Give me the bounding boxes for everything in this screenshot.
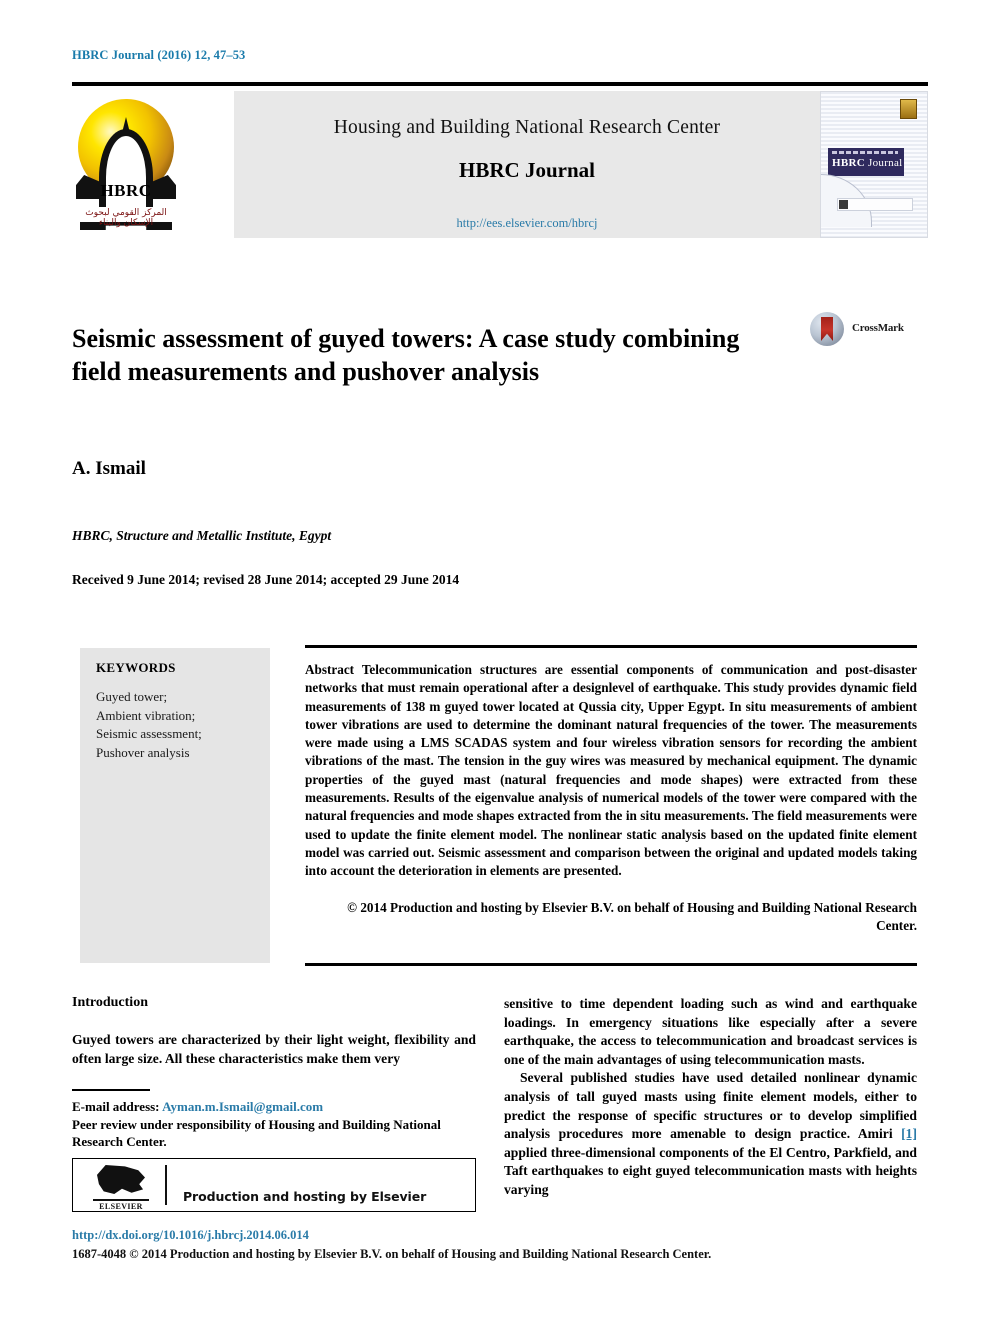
footnote-block: E-mail address: Ayman.m.Ismail@gmail.com…	[72, 1098, 476, 1151]
crossmark-circle-icon	[810, 312, 844, 346]
article-history: Received 9 June 2014; revised 28 June 20…	[72, 572, 460, 587]
abstract-bottom-rule	[305, 963, 917, 966]
hbrc-logo-art: HBRC المركز القومي لبحوث الإسكان والبناء	[72, 91, 180, 238]
author-affiliation: HBRC, Structure and Metallic Institute, …	[72, 528, 332, 543]
body-paragraph-1: sensitive to time dependent loading such…	[504, 996, 917, 1067]
crossmark-badge[interactable]: CrossMark	[810, 312, 918, 346]
keywords-list: Guyed tower; Ambient vibration; Seismic …	[96, 688, 202, 762]
elsevier-tree-icon	[97, 1165, 145, 1195]
banner-center-panel: Housing and Building National Research C…	[234, 91, 820, 238]
cover-emblem-icon	[900, 99, 917, 119]
left-column: Introduction Guyed towers are characteri…	[72, 995, 476, 1068]
keyword-item: Pushover analysis	[96, 744, 190, 760]
abstract-copyright: © 2014 Production and hosting by Elsevie…	[347, 900, 917, 934]
elsevier-logo: ELSEVIER	[93, 1165, 149, 1211]
citation-link-1[interactable]: [1]	[901, 1126, 917, 1141]
banner-top-rule	[72, 82, 928, 86]
doi-link[interactable]: http://dx.doi.org/10.1016/j.hbrcj.2014.0…	[72, 1228, 309, 1243]
intro-paragraph: Guyed towers are characterized by their …	[72, 1032, 476, 1066]
abstract-top-rule	[305, 645, 917, 648]
elsevier-hosting-box: ELSEVIER Production and hosting by Elsev…	[72, 1158, 476, 1212]
abstract-text: Telecommunication structures are essenti…	[305, 662, 917, 879]
crossmark-label: CrossMark	[852, 322, 904, 334]
keyword-item: Guyed tower;	[96, 689, 168, 704]
cover-footer-strip	[837, 198, 913, 211]
journal-submission-link[interactable]: http://ees.elsevier.com/hbrcj	[234, 216, 820, 231]
elsevier-hosting-text: Production and hosting by Elsevier	[183, 1189, 427, 1204]
page-title: Seismic assessment of guyed towers: A ca…	[72, 324, 740, 387]
section-heading-introduction: Introduction	[72, 995, 148, 1010]
issn-copyright-line: 1687-4048 © 2014 Production and hosting …	[72, 1247, 712, 1261]
logo-acronym: HBRC	[100, 181, 152, 200]
peer-review-note: Peer review under responsibility of Hous…	[72, 1116, 441, 1150]
elsevier-wordmark: ELSEVIER	[93, 1199, 149, 1211]
elsevier-divider	[165, 1165, 167, 1205]
cover-title: HBRC Journal	[832, 157, 903, 169]
running-head: HBRC Journal (2016) 12, 47–53	[72, 48, 246, 62]
keyword-item: Seismic assessment;	[96, 726, 202, 741]
paper-page: HBRC Journal (2016) 12, 47–53 HBRC المرك…	[0, 0, 992, 1323]
right-column: sensitive to time dependent loading such…	[504, 995, 917, 1200]
journal-banner: HBRC المركز القومي لبحوث الإسكان والبناء…	[72, 82, 928, 238]
logo-arabic-text: المركز القومي لبحوث الإسكان والبناء	[85, 208, 167, 228]
body-paragraph-2-part-a: Several published studies have used deta…	[504, 1070, 917, 1142]
author-email-link[interactable]: Ayman.m.Ismail@gmail.com	[162, 1099, 323, 1114]
abstract-block: Abstract Telecommunication structures ar…	[305, 661, 917, 881]
email-label: E-mail address:	[72, 1099, 160, 1114]
journal-name: HBRC Journal	[459, 158, 595, 182]
publisher-name: Housing and Building National Research C…	[333, 117, 721, 138]
footnote-rule	[72, 1089, 150, 1091]
body-paragraph-2: Several published studies have used deta…	[504, 1069, 917, 1199]
crossmark-ribbon-icon	[821, 317, 833, 341]
keywords-heading: KEYWORDS	[96, 660, 176, 675]
author-name: A. Ismail	[72, 458, 146, 479]
cover-subtitle-line	[832, 151, 898, 154]
body-paragraph-2-part-b: applied three-dimensional components of …	[504, 1144, 917, 1197]
keywords-box: KEYWORDS Guyed tower; Ambient vibration;…	[80, 648, 270, 963]
abstract-label: Abstract	[305, 662, 355, 677]
keyword-item: Ambient vibration;	[96, 707, 196, 723]
cover-title-plate: HBRC Journal	[828, 148, 904, 176]
journal-cover-thumbnail: HBRC Journal	[820, 91, 928, 238]
cover-strip-square	[839, 200, 848, 209]
hbrc-logo: HBRC المركز القومي لبحوث الإسكان والبناء	[72, 91, 180, 238]
